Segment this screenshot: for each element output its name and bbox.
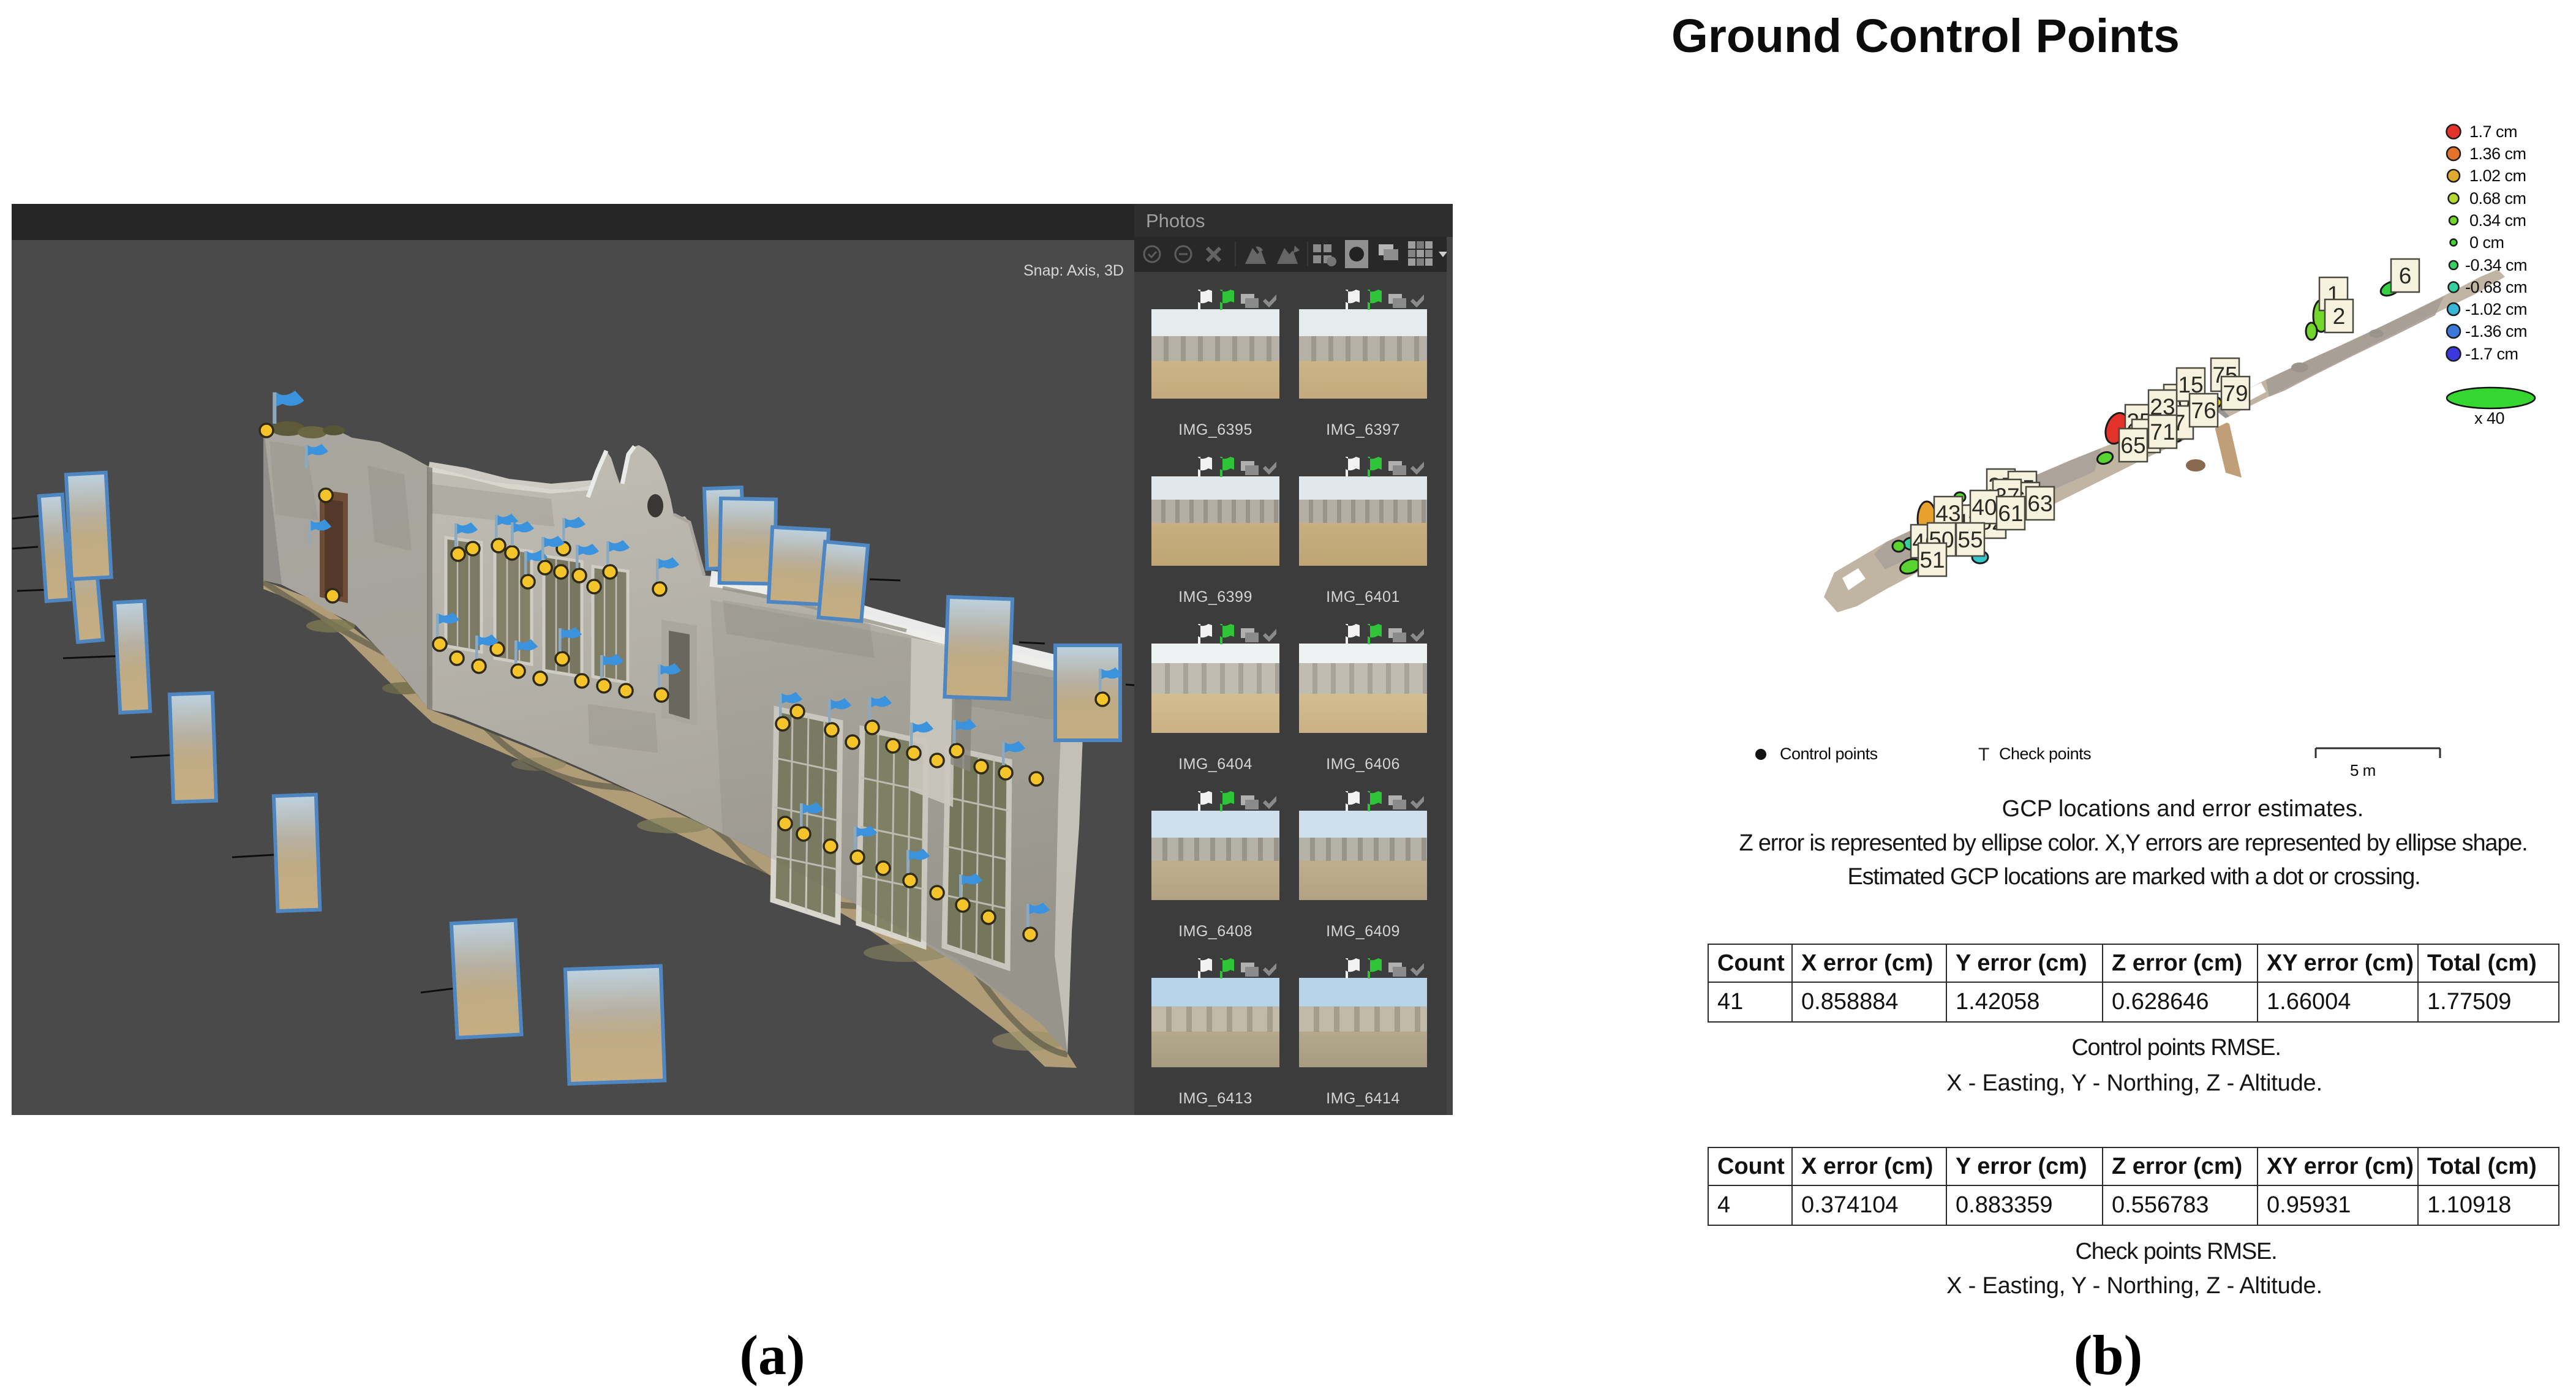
svg-text:40: 40 [1972,495,1997,520]
svg-text:55: 55 [1957,527,1983,552]
svg-text:63: 63 [2027,491,2052,516]
svg-text:65: 65 [2120,433,2145,458]
svg-text:76: 76 [2191,398,2216,423]
svg-text:6: 6 [2399,263,2412,288]
svg-text:2: 2 [2333,304,2346,329]
svg-text:79: 79 [2223,381,2248,406]
svg-text:51: 51 [1919,547,1945,573]
svg-text:71: 71 [2150,419,2175,445]
svg-text:61: 61 [1998,501,2023,526]
svg-text:T: T [1978,745,1989,765]
